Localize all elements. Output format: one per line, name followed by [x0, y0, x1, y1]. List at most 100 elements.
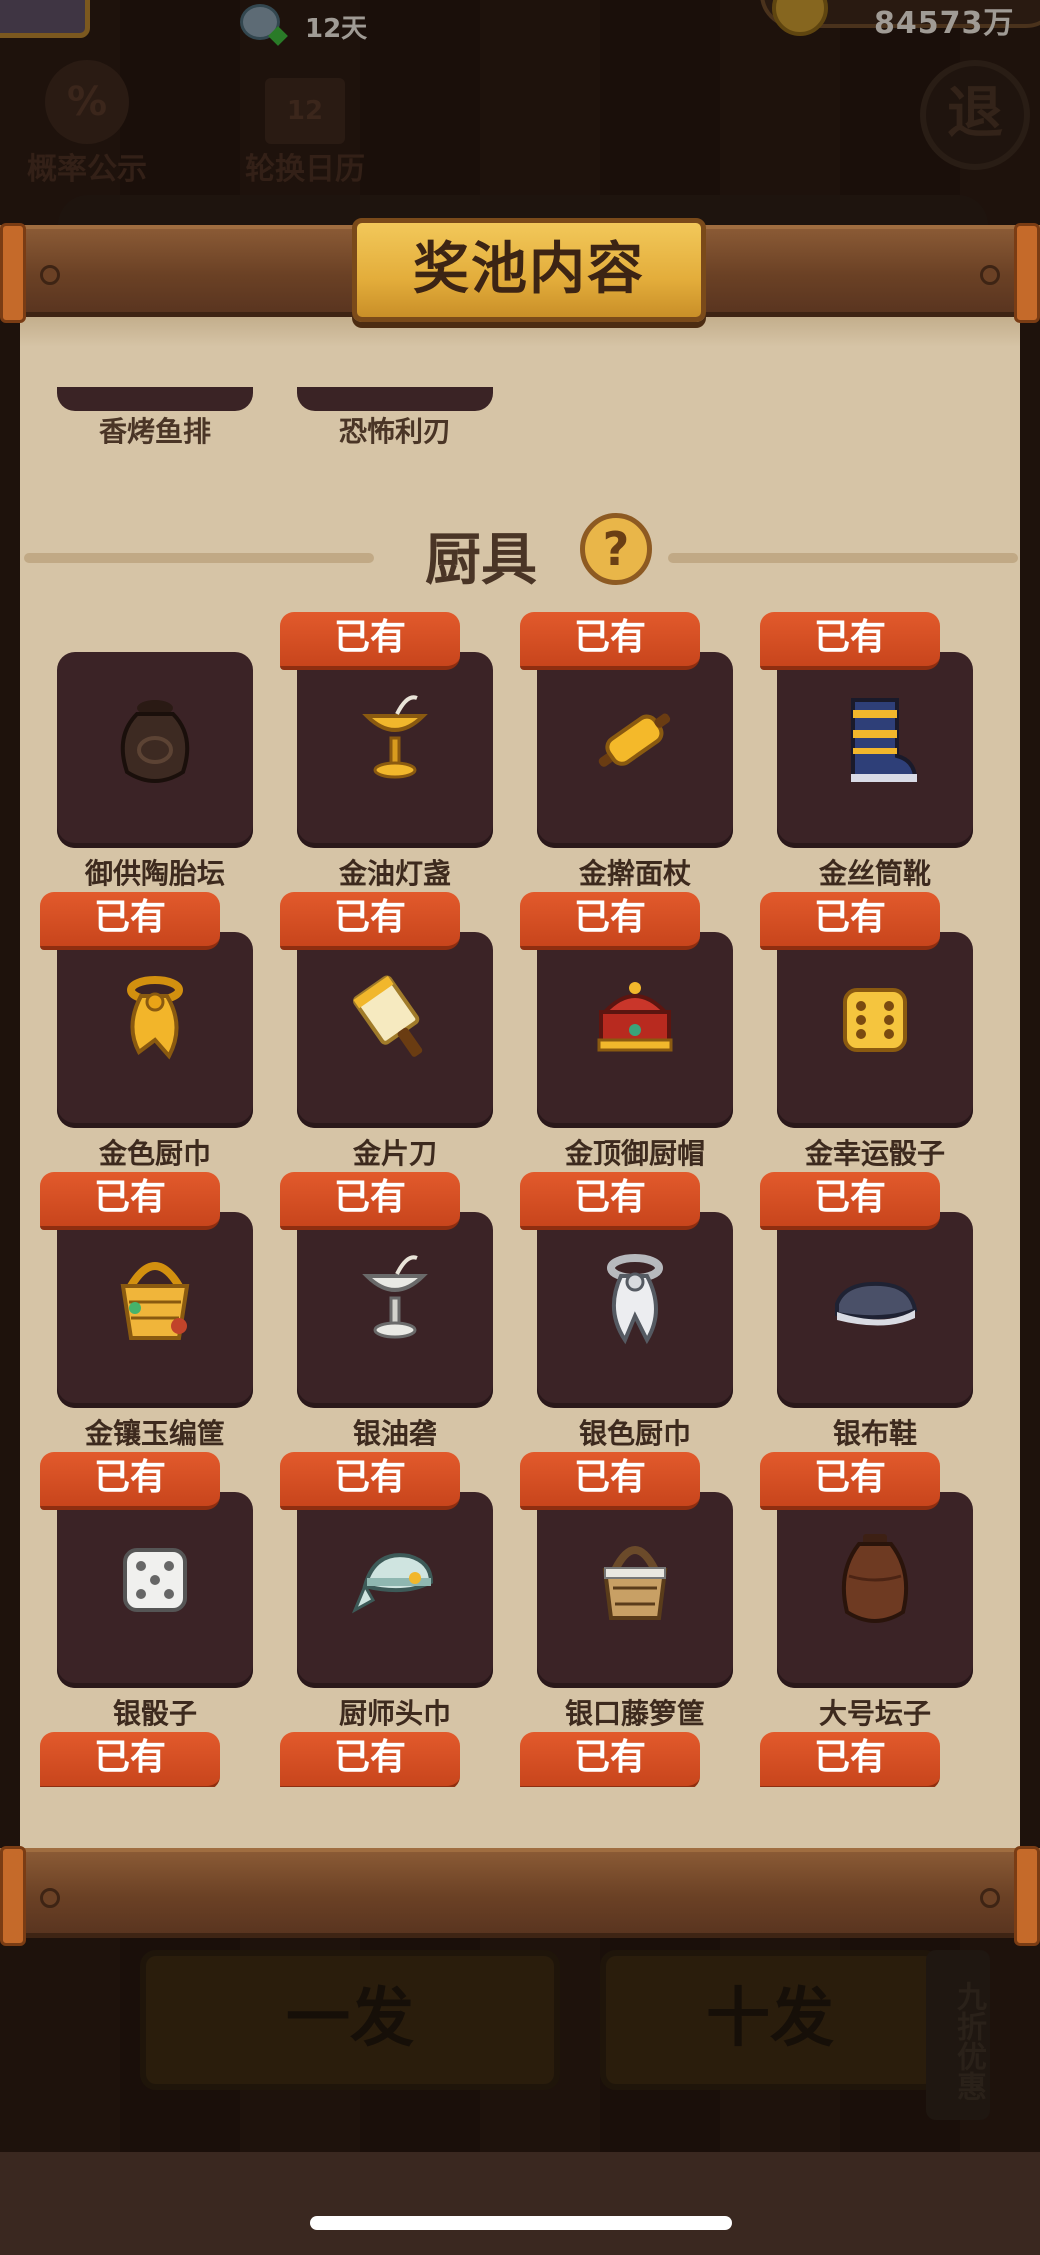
item-card[interactable]	[537, 652, 733, 848]
item-slot[interactable]: 已有大号坛子	[760, 1452, 990, 1730]
gold-oil-lamp-icon	[345, 686, 445, 796]
gold-rolling-pin-icon	[585, 686, 685, 796]
modal-title-plate: 奖池内容	[352, 218, 706, 322]
bottom-dock	[0, 2152, 1040, 2255]
item-card[interactable]	[297, 932, 493, 1128]
item-slot[interactable]: 已有金片刀	[280, 892, 510, 1170]
item-slot[interactable]: 已有金丝筒靴	[760, 612, 990, 890]
silver-shoe-icon	[825, 1246, 925, 1356]
item-name: 金镶玉编筐	[84, 1417, 225, 1450]
prize-pool-panel: 香烤鱼排 恐怖利刃 厨具 ? 御供陶胎坛 已有 金油灯盏 已有 金擀面杖 已有 金丝筒靴 已有…	[20, 317, 1020, 1848]
item-name: 金幸运骰子	[804, 1137, 945, 1170]
item-card[interactable]	[297, 387, 493, 411]
item-name: 厨师头巾	[338, 1697, 451, 1730]
item-slot[interactable]: 已有	[280, 1732, 510, 1787]
item-slot[interactable]: 御供陶胎坛	[40, 612, 270, 890]
item-name: 金片刀	[352, 1137, 437, 1170]
item-card[interactable]	[57, 1212, 253, 1408]
item-name: 金顶御厨帽	[564, 1137, 705, 1170]
item-card[interactable]	[777, 652, 973, 848]
home-indicator[interactable]	[310, 2216, 732, 2230]
item-card[interactable]	[57, 932, 253, 1128]
owned-badge: 已有	[40, 1452, 220, 1510]
owned-badge: 已有	[280, 892, 460, 950]
silver-scarf-icon	[585, 1246, 685, 1356]
item-slot[interactable]: 已有	[760, 1732, 990, 1787]
gold-boot-icon	[825, 686, 925, 796]
rattan-basket-icon	[585, 1526, 685, 1636]
item-slot[interactable]: 已有	[520, 1732, 750, 1787]
item-name: 银布鞋	[832, 1417, 917, 1450]
item-name: 金丝筒靴	[818, 857, 931, 890]
clay-jar-icon	[105, 686, 205, 796]
item-slot[interactable]: 已有金色厨巾	[40, 892, 270, 1170]
chef-hat-icon	[585, 966, 685, 1076]
large-jar-icon	[825, 1526, 925, 1636]
owned-badge: 已有	[280, 1452, 460, 1510]
item-name: 金擀面杖	[578, 857, 691, 890]
modal-title: 奖池内容	[413, 237, 645, 302]
owned-badge: 已有	[760, 612, 940, 670]
item-card[interactable]	[297, 1492, 493, 1688]
owned-badge: 已有	[520, 1172, 700, 1230]
item-card[interactable]	[777, 932, 973, 1128]
gold-scarf-icon	[105, 966, 205, 1076]
item-slot[interactable]: 已有 金擀面杖	[520, 612, 750, 890]
item-slot[interactable]: 已有金幸运骰子	[760, 892, 990, 1170]
item-name: 大号坛子	[818, 1697, 931, 1730]
gold-cleaver-icon	[345, 966, 445, 1076]
item-card[interactable]	[777, 1212, 973, 1408]
item-card[interactable]	[537, 1492, 733, 1688]
owned-badge: 已有	[520, 1452, 700, 1510]
owned-badge: 已有	[520, 892, 700, 950]
owned-badge: 已有	[520, 1732, 700, 1787]
item-name: 御供陶胎坛	[84, 857, 225, 890]
item-slot[interactable]: 已有 金油灯盏	[280, 612, 510, 890]
item-slot[interactable]: 已有银色厨巾	[520, 1172, 750, 1450]
item-slot[interactable]: 已有金顶御厨帽	[520, 892, 750, 1170]
owned-badge: 已有	[40, 1732, 220, 1787]
item-name: 银口藤箩筐	[564, 1697, 705, 1730]
gold-dice-icon	[825, 966, 925, 1076]
item-slot[interactable]: 已有厨师头巾	[280, 1452, 510, 1730]
item-slot[interactable]: 已有金镶玉编筐	[40, 1172, 270, 1450]
owned-badge: 已有	[760, 1732, 940, 1787]
item-name: 银油砻	[352, 1417, 437, 1450]
item-slot[interactable]: 已有银布鞋	[760, 1172, 990, 1450]
owned-badge: 已有	[760, 892, 940, 950]
item-card[interactable]	[777, 1492, 973, 1688]
item-card[interactable]	[57, 652, 253, 848]
item-card[interactable]	[57, 1492, 253, 1688]
item-slot[interactable]: 已有银口藤箩筐	[520, 1452, 750, 1730]
prize-pool-scroll[interactable]: 香烤鱼排 恐怖利刃 厨具 ? 御供陶胎坛 已有 金油灯盏 已有 金擀面杖 已有 金丝筒靴 已有…	[20, 317, 1020, 1787]
gold-basket-icon	[105, 1246, 205, 1356]
item-name: 恐怖利刃	[338, 415, 451, 448]
item-name: 金色厨巾	[98, 1137, 211, 1170]
owned-badge: 已有	[280, 612, 460, 670]
item-slot[interactable]: 已有	[40, 1732, 270, 1787]
owned-badge: 已有	[280, 1732, 460, 1787]
item-card[interactable]	[537, 932, 733, 1128]
silver-oil-lamp-icon	[345, 1246, 445, 1356]
item-slot[interactable]: 已有银油砻	[280, 1172, 510, 1450]
item-card[interactable]	[57, 387, 253, 411]
owned-badge: 已有	[40, 1172, 220, 1230]
item-name: 银色厨巾	[578, 1417, 691, 1450]
chef-headscarf-icon	[345, 1526, 445, 1636]
item-name: 香烤鱼排	[98, 415, 211, 448]
owned-badge: 已有	[40, 892, 220, 950]
silver-dice-icon	[105, 1526, 205, 1636]
owned-badge: 已有	[760, 1172, 940, 1230]
item-card[interactable]	[297, 1212, 493, 1408]
help-icon[interactable]: ?	[580, 513, 652, 585]
section-title: 厨具	[425, 528, 537, 593]
item-card[interactable]	[297, 652, 493, 848]
owned-badge: 已有	[280, 1172, 460, 1230]
scroll-bottom-rod	[0, 1846, 1040, 1946]
item-slot[interactable]: 已有银骰子	[40, 1452, 270, 1730]
item-card[interactable]	[537, 1212, 733, 1408]
divider	[668, 553, 1018, 563]
item-name: 银骰子	[112, 1697, 197, 1730]
owned-badge: 已有	[760, 1452, 940, 1510]
divider	[24, 553, 374, 563]
